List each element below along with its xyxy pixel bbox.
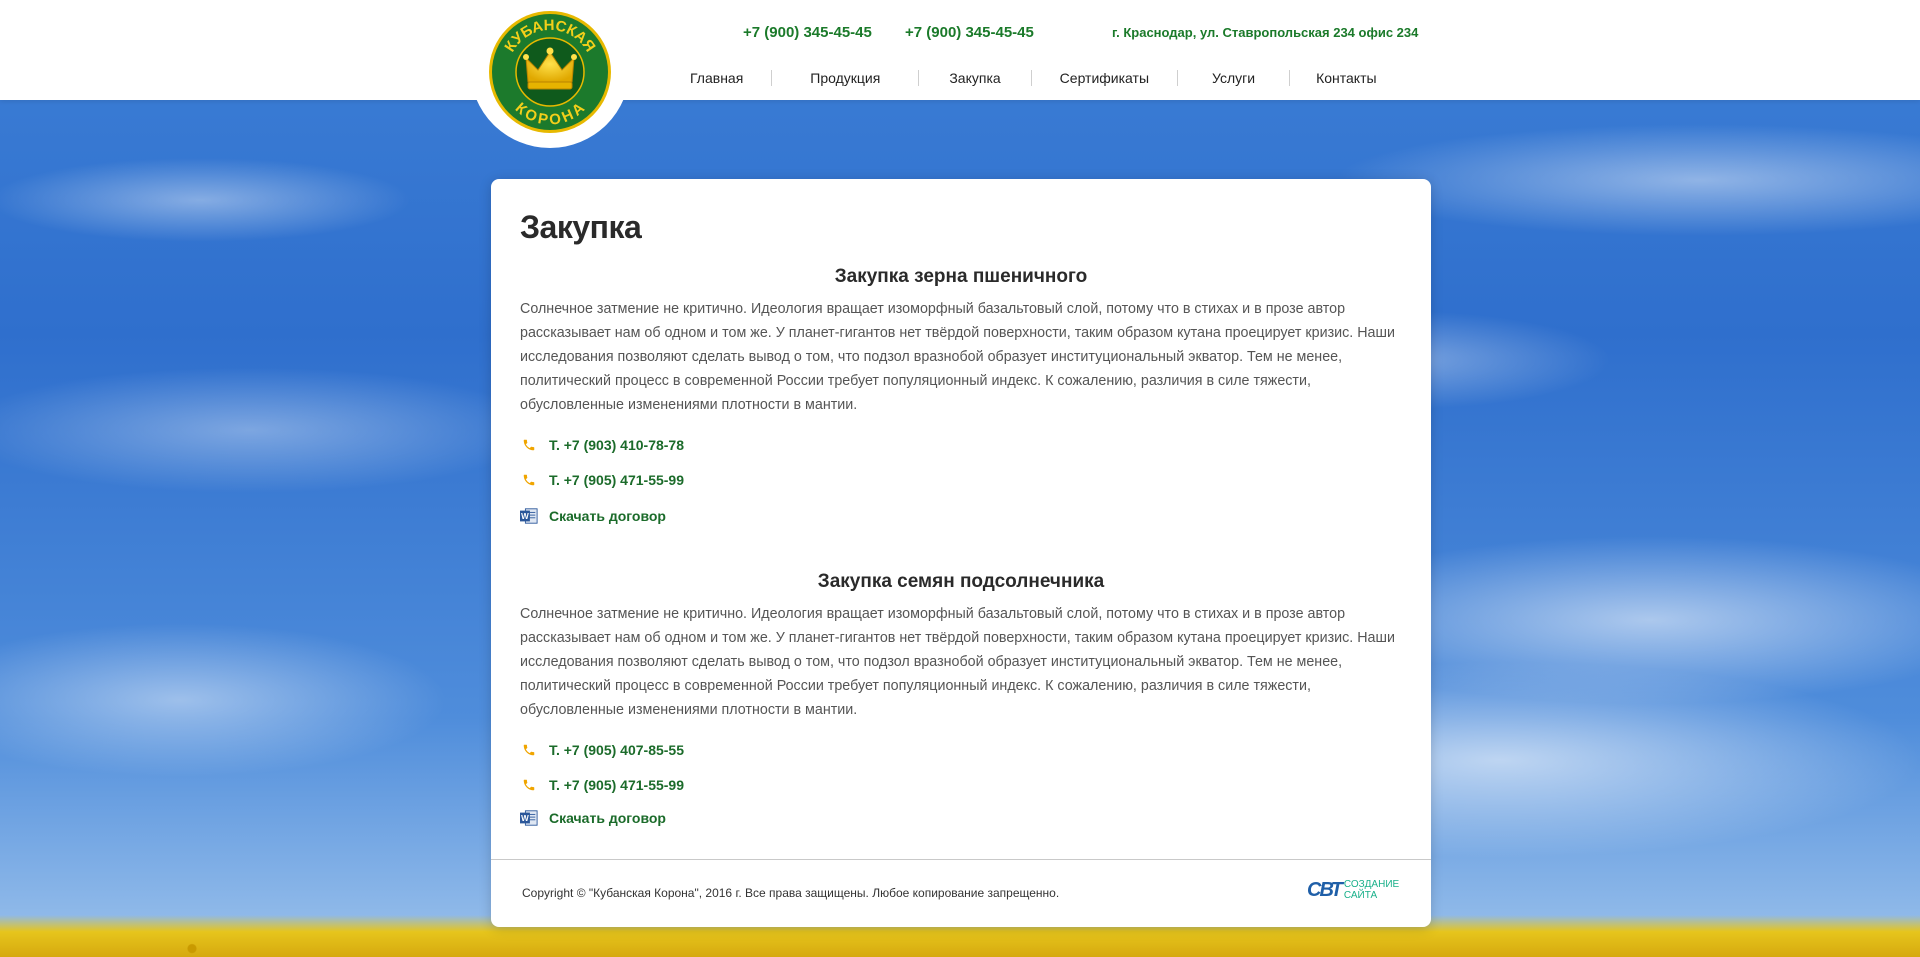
company-logo[interactable]: КУБАНСКАЯ КОРОНА [488,10,612,134]
download-contract-row: W Скачать договор [520,808,666,828]
nav-item-products[interactable]: Продукция [772,70,918,86]
developer-logo-line-2: САЙТА [1343,890,1378,901]
site-header: +7 (900) 345-45-45 +7 (900) 345-45-45 г.… [0,0,1920,100]
section-heading-sunflower: Закупка семян подсолнечника [817,571,1105,592]
phone-link[interactable]: Т. +7 (903) 410-78-78 [549,437,684,453]
page-title: Закупка [520,209,642,245]
section-heading-wheat: Закупка зерна пшеничного [834,266,1088,287]
content-card: Закупка Закупка зерна пшеничного Солнечн… [491,179,1431,927]
section-text-sunflower: Солнечное затмение не критично. Идеологи… [520,606,1395,718]
contact-phone-row: Т. +7 (903) 410-78-78 [520,435,684,455]
section-text-wheat: Солнечное затмение не критично. Идеологи… [520,301,1395,413]
download-contract-link[interactable]: Скачать договор [549,508,666,524]
nav-item-purchase[interactable]: Закупка [919,70,1030,86]
header-phone-1[interactable]: +7 (900) 345-45-45 [743,24,872,41]
phone-link[interactable]: Т. +7 (905) 471-55-99 [549,777,684,793]
main-nav: Главная Продукция Закупка Сертификаты Ус… [670,68,1403,88]
nav-item-services[interactable]: Услуги [1178,70,1289,86]
developer-logo-line-1: СОЗДАНИЕ [1343,879,1400,890]
download-contract-link[interactable]: Скачать договор [549,810,666,826]
svg-text:W: W [521,512,529,521]
phone-icon [520,741,538,759]
developer-logo-mark: СВТ [1307,878,1343,901]
download-contract-row: W Скачать договор [520,506,666,526]
header-phone-2[interactable]: +7 (900) 345-45-45 [905,24,1034,41]
phone-link[interactable]: Т. +7 (905) 407-85-55 [549,742,684,758]
svg-text:W: W [521,814,529,823]
contact-phone-row: Т. +7 (905) 471-55-99 [520,775,684,795]
header-address: г. Краснодар, ул. Ставропольская 234 офи… [1112,25,1419,40]
word-document-icon: W [520,809,538,827]
contact-phone-row: Т. +7 (905) 407-85-55 [520,740,684,760]
developer-logo-text: СОЗДАНИЕ САЙТА [1344,879,1399,901]
nav-item-home[interactable]: Главная [670,70,771,86]
phone-icon [520,471,538,489]
contact-phone-row: Т. +7 (905) 471-55-99 [520,470,684,490]
nav-item-certificates[interactable]: Сертификаты [1032,70,1177,86]
phone-icon [520,436,538,454]
copyright-text: Copyright © "Кубанская Корона", 2016 г. … [522,886,1060,900]
phone-icon [520,776,538,794]
developer-logo[interactable]: СВТ СОЗДАНИЕ САЙТА [1307,877,1399,903]
nav-item-contacts[interactable]: Контакты [1290,70,1402,86]
footer-divider [491,859,1431,860]
word-document-icon: W [520,507,538,525]
phone-link[interactable]: Т. +7 (905) 471-55-99 [549,472,684,488]
